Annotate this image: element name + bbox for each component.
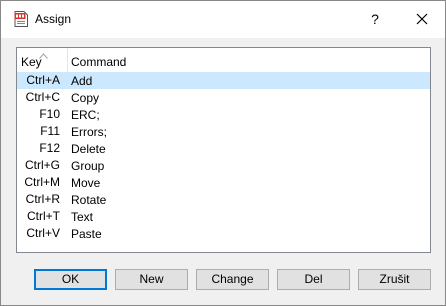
list-item[interactable]: Ctrl+M Move xyxy=(17,174,430,191)
ok-button[interactable]: OK xyxy=(34,269,107,290)
list-item[interactable]: Ctrl+T Text xyxy=(17,208,430,225)
column-divider[interactable] xyxy=(67,48,68,72)
command-cell: Copy xyxy=(71,91,100,105)
title-bar[interactable]: Assign ? xyxy=(1,1,445,38)
command-cell: Group xyxy=(71,159,105,173)
key-cell: Ctrl+V xyxy=(26,226,60,240)
help-button[interactable]: ? xyxy=(353,1,397,38)
command-cell: Add xyxy=(71,74,93,88)
column-header-key[interactable]: Key xyxy=(21,55,42,69)
key-cell: F11 xyxy=(40,124,60,138)
shortcut-list[interactable]: Key Command Ctrl+A Add Ctrl+C Copy F10 E… xyxy=(16,47,431,253)
list-item[interactable]: Ctrl+G Group xyxy=(17,157,430,174)
cancel-button[interactable]: Zrušit xyxy=(358,269,431,290)
command-cell: Rotate xyxy=(71,193,107,207)
command-cell: Errors; xyxy=(71,125,107,139)
command-cell: ERC; xyxy=(71,108,100,122)
command-cell: Move xyxy=(71,176,101,190)
assign-dialog: Assign ? Key Command Ctrl+A Add Ctrl+C C… xyxy=(0,0,446,306)
list-item[interactable]: Ctrl+C Copy xyxy=(17,89,430,106)
key-cell: Ctrl+A xyxy=(26,73,60,87)
list-item[interactable]: Ctrl+A Add xyxy=(17,72,430,89)
list-item[interactable]: Ctrl+V Paste xyxy=(17,225,430,242)
command-cell: Paste xyxy=(71,227,102,241)
new-button[interactable]: New xyxy=(115,269,188,290)
key-cell: Ctrl+M xyxy=(24,175,60,189)
list-item[interactable]: F11 Errors; xyxy=(17,123,430,140)
list-header: Key Command xyxy=(17,48,430,73)
key-cell: Ctrl+G xyxy=(24,158,60,172)
list-item[interactable]: F12 Delete xyxy=(17,140,430,157)
key-cell: Ctrl+R xyxy=(25,192,60,206)
key-cell: Ctrl+T xyxy=(27,209,60,223)
dialog-title: Assign xyxy=(35,12,72,26)
change-button[interactable]: Change xyxy=(196,269,269,290)
delete-button[interactable]: Del xyxy=(277,269,350,290)
key-cell: F10 xyxy=(39,107,60,121)
key-cell: Ctrl+C xyxy=(25,90,60,104)
list-item[interactable]: Ctrl+R Rotate xyxy=(17,191,430,208)
command-cell: Delete xyxy=(71,142,106,156)
close-button[interactable] xyxy=(399,1,445,38)
command-cell: Text xyxy=(71,210,94,224)
document-app-icon xyxy=(14,11,28,27)
close-icon xyxy=(416,13,428,25)
key-cell: F12 xyxy=(39,141,60,155)
column-header-command[interactable]: Command xyxy=(71,55,126,69)
list-rows: Ctrl+A Add Ctrl+C Copy F10 ERC; F11 Erro… xyxy=(17,72,430,242)
list-item[interactable]: F10 ERC; xyxy=(17,106,430,123)
